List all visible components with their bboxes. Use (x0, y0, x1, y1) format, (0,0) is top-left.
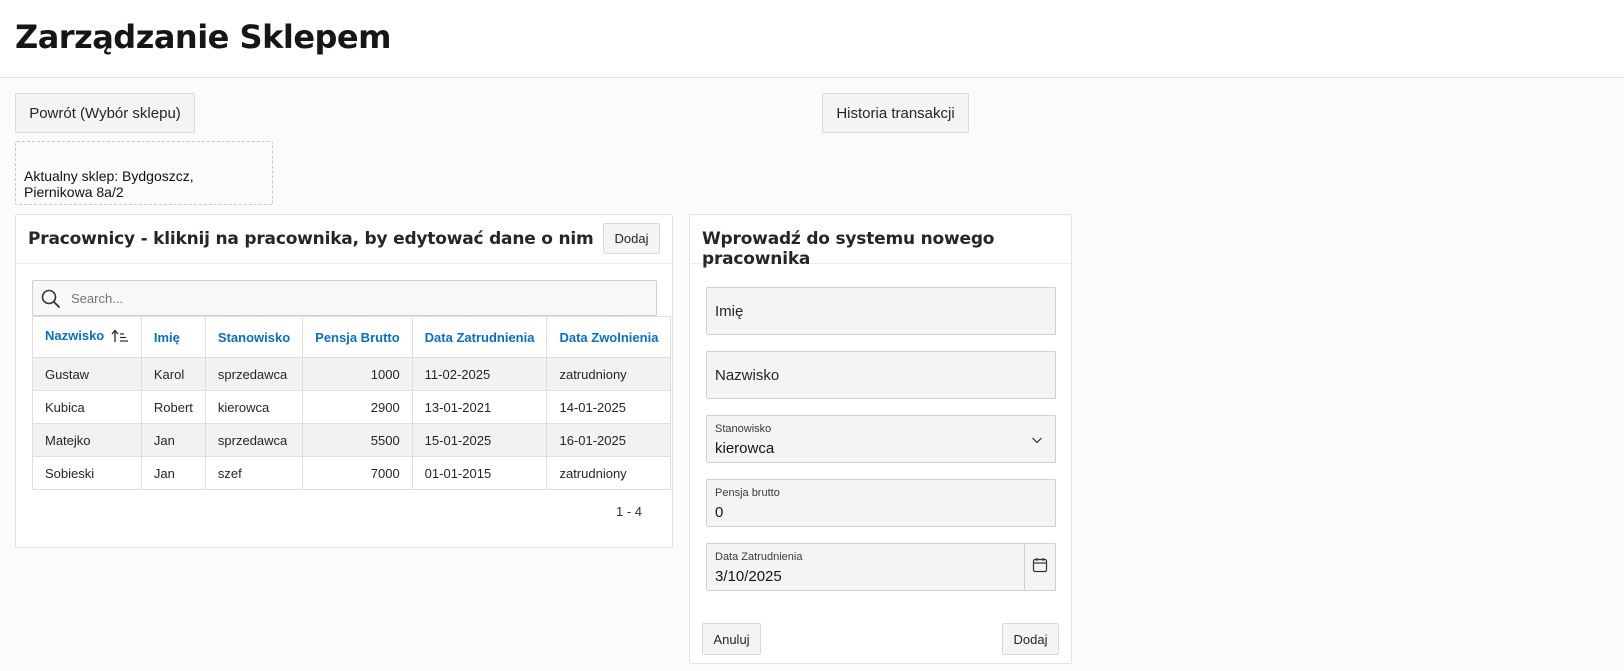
salary-value: 0 (715, 504, 724, 521)
cell-nazwisko[interactable]: Gustaw (32, 357, 142, 391)
page-title: Zarządzanie Sklepem (15, 18, 391, 56)
submit-employee-button[interactable]: Dodaj (1002, 623, 1059, 655)
employees-region-header: Pracownicy - kliknij na pracownika, by e… (16, 215, 672, 264)
cell-nazwisko[interactable]: Matejko (32, 423, 142, 457)
cell-data-zwolnienia[interactable]: zatrudniony (546, 456, 672, 490)
cell-pensja[interactable]: 5500 (302, 423, 413, 457)
cell-data-zatrudnienia[interactable]: 11-02-2025 (411, 357, 548, 391)
transaction-history-button[interactable]: Historia transakcji (822, 93, 969, 133)
back-button[interactable]: Powrót (Wybór sklepu) (15, 93, 195, 133)
table-row[interactable]: Sobieski Jan szef 7000 01-01-2015 zatrud… (32, 456, 672, 490)
new-employee-region-header: Wprowadź do systemu nowego pracownika (690, 215, 1071, 269)
cell-data-zwolnienia[interactable]: 16-01-2025 (546, 423, 672, 457)
position-value: kierowca (715, 440, 775, 457)
cell-pensja[interactable]: 2900 (302, 390, 413, 424)
new-employee-region-title: Wprowadź do systemu nowego pracownika (702, 229, 995, 269)
cell-imie[interactable]: Jan (140, 456, 206, 490)
cell-data-zwolnienia[interactable]: 14-01-2025 (546, 390, 672, 424)
position-label: Stanowisko (715, 423, 772, 435)
calendar-button[interactable] (1024, 544, 1055, 590)
current-store-line1: Aktualny sklep: Bydgoszcz, (24, 168, 194, 184)
cell-pensja[interactable]: 1000 (302, 357, 413, 391)
current-store-box: Aktualny sklep: Bydgoszcz, Piernikowa 8a… (15, 141, 273, 205)
hire-date-field[interactable]: Data Zatrudnienia 3/10/2025 (706, 543, 1056, 591)
column-header-data-zwolnienia[interactable]: Data Zwolnienia (546, 316, 672, 358)
first-name-placeholder: Imię (715, 303, 744, 320)
salary-field[interactable]: Pensja brutto 0 (706, 479, 1056, 527)
cell-pensja[interactable]: 7000 (302, 456, 413, 490)
last-name-placeholder: Nazwisko (715, 367, 780, 384)
table-header-row: Nazwisko Imię Stanowisko Pensja Brutto D… (32, 316, 672, 358)
cell-nazwisko[interactable]: Kubica (32, 390, 142, 424)
cell-imie[interactable]: Karol (140, 357, 206, 391)
new-employee-region: Wprowadź do systemu nowego pracownika Im… (689, 214, 1072, 664)
cancel-button[interactable]: Anuluj (702, 623, 761, 655)
pagination-info: 1 - 4 (615, 504, 642, 519)
last-name-field[interactable]: Nazwisko (706, 351, 1056, 399)
chevron-down-icon (1031, 433, 1043, 451)
column-header-nazwisko[interactable]: Nazwisko (32, 316, 142, 358)
page-header: Zarządzanie Sklepem (0, 0, 1624, 78)
column-header-data-zatrudnienia[interactable]: Data Zatrudnienia (411, 316, 548, 358)
column-header-imie[interactable]: Imię (140, 316, 206, 358)
search-box (32, 280, 657, 316)
table-row[interactable]: Gustaw Karol sprzedawca 1000 11-02-2025 … (32, 357, 672, 391)
cell-data-zatrudnienia[interactable]: 15-01-2025 (411, 423, 548, 457)
first-name-field[interactable]: Imię (706, 287, 1056, 335)
search-input[interactable] (69, 281, 649, 315)
employees-region-title: Pracownicy - kliknij na pracownika, by e… (28, 229, 594, 249)
cell-stanowisko[interactable]: szef (204, 456, 304, 490)
hire-date-value: 3/10/2025 (715, 568, 782, 585)
table-row[interactable]: Matejko Jan sprzedawca 5500 15-01-2025 1… (32, 423, 672, 457)
cell-data-zatrudnienia[interactable]: 13-01-2021 (411, 390, 548, 424)
current-store-line2: Piernikowa 8a/2 (24, 184, 124, 200)
table-row[interactable]: Kubica Robert kierowca 2900 13-01-2021 1… (32, 390, 672, 424)
salary-label: Pensja brutto (715, 487, 780, 499)
cell-imie[interactable]: Robert (140, 390, 206, 424)
calendar-icon (1032, 557, 1048, 578)
column-header-stanowisko[interactable]: Stanowisko (204, 316, 304, 358)
position-select[interactable]: Stanowisko kierowca (706, 415, 1056, 463)
cell-data-zatrudnienia[interactable]: 01-01-2015 (411, 456, 548, 490)
cell-stanowisko[interactable]: kierowca (204, 390, 304, 424)
cell-data-zwolnienia[interactable]: zatrudniony (546, 357, 672, 391)
employees-region: Pracownicy - kliknij na pracownika, by e… (15, 214, 673, 548)
cell-stanowisko[interactable]: sprzedawca (204, 423, 304, 457)
cell-nazwisko[interactable]: Sobieski (32, 456, 142, 490)
search-icon (41, 289, 61, 309)
cell-stanowisko[interactable]: sprzedawca (204, 357, 304, 391)
employees-table: Nazwisko Imię Stanowisko Pensja Brutto D… (32, 316, 672, 490)
cell-imie[interactable]: Jan (140, 423, 206, 457)
add-employee-button[interactable]: Dodaj (603, 223, 660, 254)
column-header-pensja[interactable]: Pensja Brutto (302, 316, 413, 358)
hire-date-label: Data Zatrudnienia (715, 551, 803, 563)
sort-ascending-icon (111, 329, 129, 346)
column-header-label: Nazwisko (45, 328, 105, 344)
